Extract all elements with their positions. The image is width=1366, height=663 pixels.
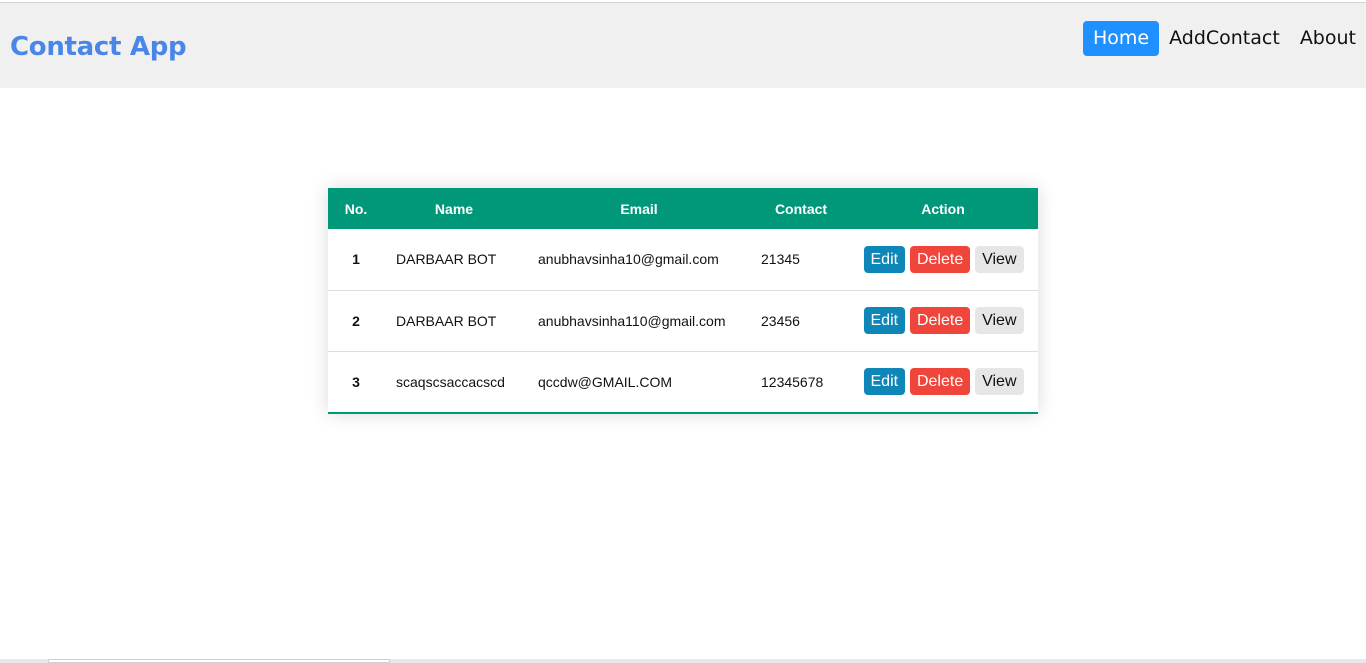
cell-email: anubhavsinha110@gmail.com <box>538 312 726 329</box>
header-action: Action <box>921 200 965 217</box>
header-contact: Contact <box>774 200 828 217</box>
cell-actions: Edit Delete View <box>848 229 1038 290</box>
brand-logo[interactable]: Contact App <box>10 32 187 62</box>
edit-button[interactable]: Edit <box>863 307 906 334</box>
cell-contact: 23456 <box>761 312 800 329</box>
edit-button[interactable]: Edit <box>863 245 906 273</box>
table-row: 2 DARBAAR BOT anubhavsinha110@gmail.com … <box>328 290 1038 351</box>
delete-button[interactable]: Delete <box>909 368 971 396</box>
nav-links: Home AddContact About <box>1082 21 1366 56</box>
nav-addcontact-link[interactable]: AddContact <box>1159 21 1290 56</box>
horizontal-scrollbar[interactable] <box>0 659 1366 663</box>
cell-contact: 21345 <box>761 251 800 268</box>
cell-no: 3 <box>352 373 360 390</box>
contacts-table: No. Name Email Contact Action 1 DARBAAR … <box>328 188 1038 412</box>
cell-no: 2 <box>352 312 360 329</box>
cell-name: scaqscsaccacscd <box>396 373 505 390</box>
delete-button[interactable]: Delete <box>909 307 971 334</box>
contacts-table-container: No. Name Email Contact Action 1 DARBAAR … <box>328 188 1038 414</box>
cell-no: 1 <box>352 251 360 268</box>
cell-name: DARBAAR BOT <box>396 251 497 268</box>
cell-email: qccdw@GMAIL.COM <box>538 373 673 390</box>
edit-button[interactable]: Edit <box>863 368 906 396</box>
nav-about-link[interactable]: About <box>1290 21 1366 56</box>
table-row: 3 scaqscsaccacscd qccdw@GMAIL.COM 123456… <box>328 351 1038 412</box>
cell-email: anubhavsinha10@gmail.com <box>538 251 719 268</box>
cell-name: DARBAAR BOT <box>396 312 497 329</box>
cell-actions: Edit Delete View <box>848 351 1038 412</box>
header-email: Email <box>620 200 658 217</box>
table-header-row: No. Name Email Contact Action <box>328 188 1038 229</box>
table-row: 1 DARBAAR BOT anubhavsinha10@gmail.com 2… <box>328 229 1038 290</box>
cell-actions: Edit Delete View <box>848 290 1038 351</box>
navbar: Contact App Home AddContact About <box>0 3 1366 88</box>
delete-button[interactable]: Delete <box>909 245 971 273</box>
view-button[interactable]: View <box>975 368 1024 396</box>
header-no: No. <box>344 200 368 217</box>
view-button[interactable]: View <box>975 307 1024 334</box>
cell-contact: 12345678 <box>761 373 824 390</box>
scrollbar-thumb[interactable] <box>48 659 390 663</box>
header-name: Name <box>434 200 474 217</box>
nav-home-link[interactable]: Home <box>1082 21 1160 56</box>
view-button[interactable]: View <box>975 245 1024 273</box>
